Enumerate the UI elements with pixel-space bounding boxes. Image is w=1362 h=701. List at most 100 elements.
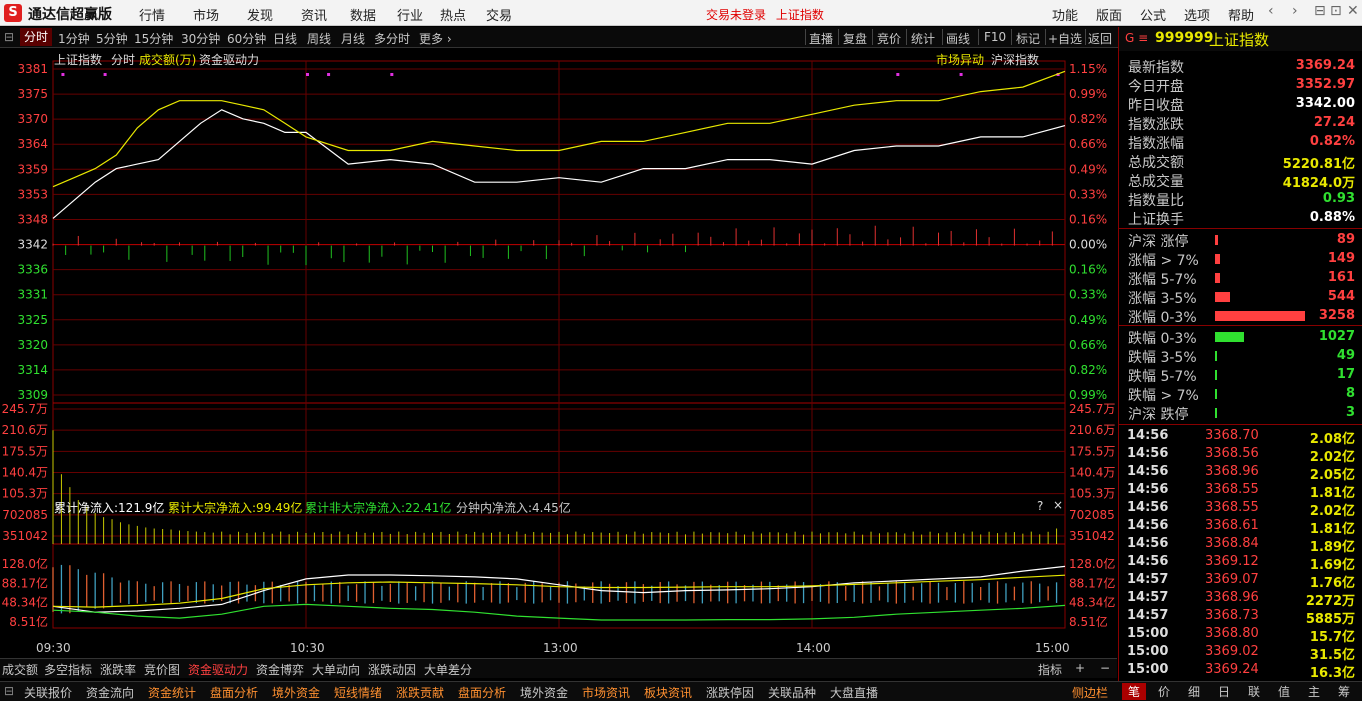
tick-row[interactable]: 14:56 3369.12 1.69亿 [1119, 553, 1362, 573]
zoom-in-icon[interactable]: + [1075, 661, 1085, 675]
period-1min[interactable]: 1分钟 [58, 30, 90, 47]
quote-tab[interactable]: 价 [1152, 683, 1176, 700]
forward-icon[interactable]: › [1292, 3, 1298, 19]
quote-tab[interactable]: 日 [1212, 683, 1236, 700]
tick-row[interactable]: 14:56 3368.61 1.81亿 [1119, 517, 1362, 537]
sidebar-toggle[interactable]: 侧边栏 [1072, 684, 1108, 701]
period-5min[interactable]: 5分钟 [96, 30, 128, 47]
btn-add-watchlist[interactable]: +自选 [1048, 30, 1082, 47]
close-icon[interactable]: ✕ [1347, 3, 1359, 19]
status-link[interactable]: 境外资金 [520, 684, 568, 701]
login-status-text[interactable]: 交易未登录 [706, 8, 766, 22]
login-status[interactable]: 交易未登录 上证指数 [706, 6, 824, 23]
tick-row[interactable]: 14:57 3368.96 2272万 [1119, 589, 1362, 609]
status-link[interactable]: 短线情绪 [334, 684, 382, 701]
menu-shichang[interactable]: 市场 [193, 5, 219, 24]
quote-tab[interactable]: 联 [1242, 683, 1266, 700]
tick-row[interactable]: 14:56 3368.56 2.02亿 [1119, 445, 1362, 465]
tab-large-order-diff[interactable]: 大单差分 [424, 661, 472, 678]
status-link[interactable]: 大盘直播 [830, 684, 878, 701]
period-more[interactable]: 更多 › [419, 30, 452, 47]
status-link[interactable]: 盘面分析 [458, 684, 506, 701]
quote-tab[interactable]: 细 [1182, 683, 1206, 700]
period-30min[interactable]: 30分钟 [181, 30, 220, 47]
menu-hangye[interactable]: 行业 [397, 5, 423, 24]
status-link[interactable]: 板块资讯 [644, 684, 692, 701]
menu-hangqing[interactable]: 行情 [139, 5, 165, 24]
status-link[interactable]: 涨跌停因 [706, 684, 754, 701]
tab-rise-fall-cause[interactable]: 涨跌动因 [368, 661, 416, 678]
tab-long-short[interactable]: 多空指标 [44, 661, 92, 678]
chart-area[interactable]: 3381 1.15% 3375 0.99% 3370 0.82% 3364 0.66% 3359… [0, 48, 1117, 658]
quote-tab[interactable]: 筹 [1332, 683, 1356, 700]
chart-canvas[interactable]: 3381 1.15% 3375 0.99% 3370 0.82% 3364 0.66% 3359… [0, 48, 1117, 658]
tick-row[interactable]: 14:57 3368.73 5885万 [1119, 607, 1362, 627]
period-week[interactable]: 周线 [307, 30, 331, 47]
menu-faxian[interactable]: 发现 [247, 5, 273, 24]
minimize-icon[interactable]: ⊟ [1314, 3, 1326, 19]
status-link[interactable]: 境外资金 [272, 684, 320, 701]
menu-gongneng[interactable]: 功能 [1052, 5, 1078, 24]
tick-row[interactable]: 14:56 3368.84 1.89亿 [1119, 535, 1362, 555]
indicator-fund-drive[interactable]: 资金驱动力 [199, 51, 259, 68]
quote-tab[interactable]: 笔 [1122, 683, 1146, 700]
status-link[interactable]: 关联品种 [768, 684, 816, 701]
menu-gongshi[interactable]: 公式 [1140, 5, 1166, 24]
status-link[interactable]: 市场资讯 [582, 684, 630, 701]
btn-fupan[interactable]: 复盘 [843, 30, 867, 47]
security-menu-icon[interactable]: G ≡ [1125, 31, 1148, 45]
tab-large-order-trend[interactable]: 大单动向 [312, 661, 360, 678]
period-multi[interactable]: 多分时 [374, 30, 410, 47]
menu-zixun[interactable]: 资讯 [301, 5, 327, 24]
btn-tongji[interactable]: 统计 [911, 30, 935, 47]
tick-row[interactable]: 14:57 3369.07 1.76亿 [1119, 571, 1362, 591]
close-panel-icon[interactable]: × [1053, 498, 1063, 512]
zoom-out-icon[interactable]: − [1100, 661, 1110, 675]
tab-fund-drive[interactable]: 资金驱动力 [188, 661, 248, 678]
btn-huaxian[interactable]: 画线 [946, 30, 970, 47]
back-icon[interactable]: ‹ [1268, 3, 1274, 19]
indicator-button[interactable]: 指标 [1038, 661, 1062, 678]
tick-row[interactable]: 14:56 3368.55 2.02亿 [1119, 499, 1362, 519]
tick-row[interactable]: 15:00 3368.80 15.7亿 [1119, 625, 1362, 645]
tab-auction-chart[interactable]: 竞价图 [144, 661, 180, 678]
period-fenshi[interactable]: 分时 [20, 28, 53, 46]
period-60min[interactable]: 60分钟 [227, 30, 266, 47]
menu-redian[interactable]: 热点 [440, 5, 466, 24]
tick-row[interactable]: 14:56 3368.96 2.05亿 [1119, 463, 1362, 483]
maximize-icon[interactable]: ⊡ [1330, 3, 1342, 19]
status-link[interactable]: 资金流向 [86, 684, 134, 701]
btn-zhibo[interactable]: 直播 [809, 30, 833, 47]
tick-row[interactable]: 15:00 3369.02 31.5亿 [1119, 643, 1362, 663]
menu-jiaoyi[interactable]: 交易 [486, 5, 512, 24]
tick-row[interactable]: 14:56 3368.55 1.81亿 [1119, 481, 1362, 501]
collapse-icon[interactable]: ⊟ [4, 30, 14, 44]
btn-jingjia[interactable]: 竞价 [877, 30, 901, 47]
help-icon[interactable]: ? [1037, 499, 1043, 513]
btn-back[interactable]: 返回 [1088, 30, 1112, 47]
period-day[interactable]: 日线 [273, 30, 297, 47]
tab-rise-fall-rate[interactable]: 涨跌率 [100, 661, 136, 678]
quote-tab[interactable]: 值 [1272, 683, 1296, 700]
statusbar-menu-icon[interactable]: ⊟ [4, 684, 14, 698]
status-link[interactable]: 涨跌贡献 [396, 684, 444, 701]
tick-row[interactable]: 15:00 3369.24 16.3亿 [1119, 661, 1362, 681]
indicator-turnover[interactable]: 成交额(万) [139, 51, 196, 68]
tab-turnover[interactable]: 成交额 [2, 661, 38, 678]
tick-row[interactable]: 14:56 3368.70 2.08亿 [1119, 427, 1362, 447]
period-month[interactable]: 月线 [341, 30, 365, 47]
link-hushen-index[interactable]: 沪深指数 [991, 51, 1039, 68]
menu-xuanxiang[interactable]: 选项 [1184, 5, 1210, 24]
status-link[interactable]: 关联报价 [24, 684, 72, 701]
tab-fund-game[interactable]: 资金博弈 [256, 661, 304, 678]
btn-f10[interactable]: F10 [984, 30, 1006, 44]
menu-banmian[interactable]: 版面 [1096, 5, 1122, 24]
link-market-anomaly[interactable]: 市场异动 [936, 51, 984, 68]
status-link[interactable]: 资金统计 [148, 684, 196, 701]
menu-bangzhu[interactable]: 帮助 [1228, 5, 1254, 24]
status-link[interactable]: 盘面分析 [210, 684, 258, 701]
period-15min[interactable]: 15分钟 [134, 30, 173, 47]
quote-tab[interactable]: 主 [1302, 683, 1326, 700]
btn-biaoji[interactable]: 标记 [1016, 30, 1040, 47]
menu-shuju[interactable]: 数据 [350, 5, 376, 24]
